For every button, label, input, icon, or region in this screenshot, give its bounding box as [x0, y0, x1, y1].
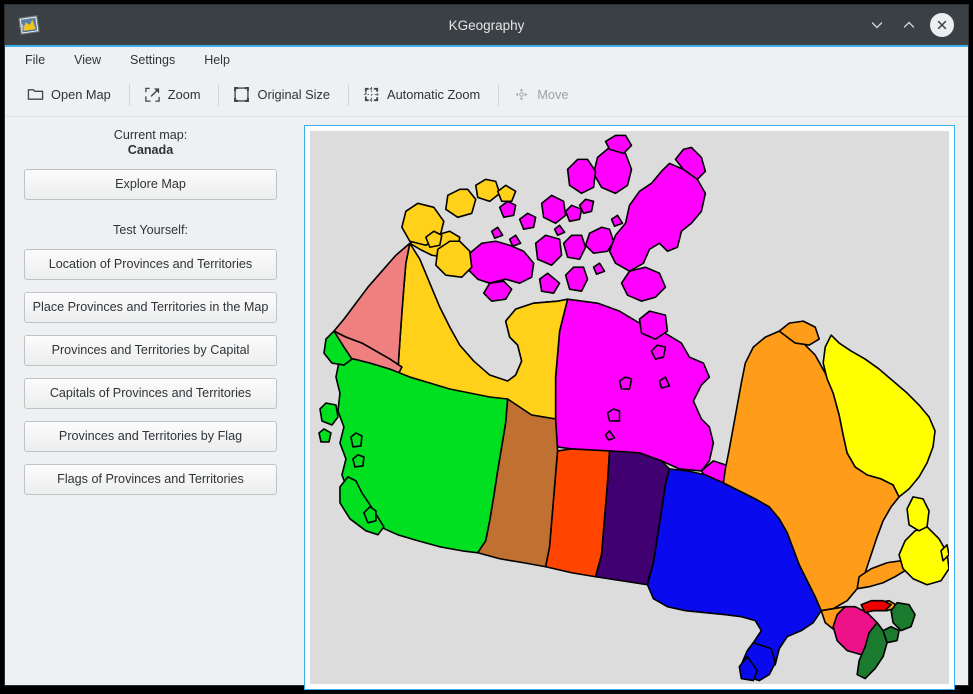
map-canvas[interactable] [310, 131, 949, 684]
menu-bar: File View Settings Help [5, 47, 968, 73]
test-by-flag-button[interactable]: Provinces and Territories by Flag [24, 421, 277, 452]
open-map-label: Open Map [51, 87, 111, 102]
automatic-zoom-button[interactable]: Automatic Zoom [358, 82, 489, 107]
square-bracket-icon [233, 86, 250, 103]
open-map-button[interactable]: Open Map [22, 82, 120, 107]
test-location-button[interactable]: Location of Provinces and Territories [24, 249, 277, 280]
window-title: KGeography [448, 17, 525, 33]
dashed-square-icon [363, 86, 380, 103]
app-icon [17, 13, 41, 37]
test-yourself-label: Test Yourself: [113, 223, 188, 237]
current-map-name: Canada [127, 143, 174, 157]
menu-file[interactable]: File [22, 51, 48, 69]
toolbar-separator-1 [128, 83, 130, 106]
tool-bar: Open Map Zoom Original Size Automatic Zo… [5, 73, 968, 117]
test-flags-button[interactable]: Flags of Provinces and Territories [24, 464, 277, 495]
zoom-label: Zoom [167, 87, 201, 102]
current-map-label: Current map: [113, 128, 188, 142]
zoom-button[interactable]: Zoom [139, 82, 210, 107]
move-arrows-icon [513, 86, 530, 103]
folder-icon [27, 86, 44, 103]
toolbar-separator-4 [498, 83, 500, 106]
test-capitals-button[interactable]: Capitals of Provinces and Territories [24, 378, 277, 409]
toolbar-separator-2 [218, 83, 220, 106]
minimize-button[interactable] [866, 14, 888, 36]
move-button: Move [508, 82, 577, 107]
maximize-button[interactable] [898, 14, 920, 36]
menu-view[interactable]: View [71, 51, 104, 69]
kgeography-window: KGeography File View Settings Help Open … [4, 4, 969, 690]
sidebar: Current map: Canada Explore Map Test You… [5, 117, 290, 685]
zoom-expand-icon [144, 86, 161, 103]
menu-settings[interactable]: Settings [127, 51, 178, 69]
menu-help[interactable]: Help [201, 51, 233, 69]
test-place-in-map-button[interactable]: Place Provinces and Territories in the M… [24, 292, 277, 323]
explore-map-button[interactable]: Explore Map [24, 169, 277, 200]
close-button[interactable] [930, 13, 954, 37]
title-bar: KGeography [5, 5, 968, 47]
test-by-capital-button[interactable]: Provinces and Territories by Capital [24, 335, 277, 366]
toolbar-separator-3 [348, 83, 350, 106]
map-frame[interactable] [304, 125, 955, 690]
move-label: Move [537, 87, 569, 102]
canada-map-svg [318, 134, 949, 682]
original-size-button[interactable]: Original Size [228, 82, 339, 107]
window-controls [866, 13, 954, 37]
main-content: Current map: Canada Explore Map Test You… [5, 117, 968, 690]
original-size-label: Original Size [257, 87, 331, 102]
automatic-zoom-label: Automatic Zoom [387, 87, 481, 102]
